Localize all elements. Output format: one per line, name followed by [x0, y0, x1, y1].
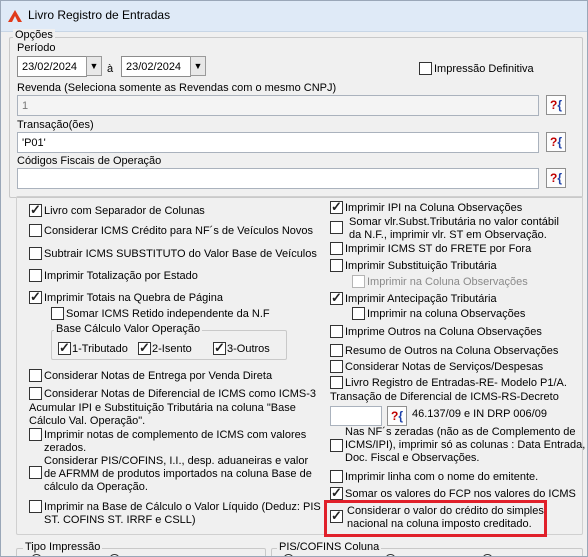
valor-liquido-text-2: ST. COFINS ST. IRRF e CSLL): [44, 514, 196, 526]
imprime-outros-label: Imprime Outros na Coluna Observações: [345, 326, 542, 338]
transacao-diferencial-label: Transação de Diferencial de ICMS-RS-Decr…: [330, 391, 559, 403]
pis-cofins-checkbox[interactable]: [29, 466, 42, 479]
totais-quebra-label: Imprimir Totais na Quebra de Página: [44, 292, 223, 304]
isento-label: 2-Isento: [152, 343, 192, 355]
cfop-input[interactable]: [17, 168, 539, 189]
antecipacao-obs-label: Imprimir na coluna Observações: [367, 308, 526, 320]
livro-modelo-p1a-checkbox[interactable]: [330, 376, 343, 389]
periodo-label: Período: [17, 42, 56, 54]
subtrair-icms-label: Subtrair ICMS SUBSTITUTO do Valor Base d…: [44, 248, 317, 260]
tipo-impressao-title: Tipo Impressão: [23, 541, 103, 553]
acumular-ipi-text-1: Acumular IPI e Substituição Tributária n…: [29, 402, 296, 414]
complemento-icms-checkbox[interactable]: [29, 428, 42, 441]
transacao-lookup-button[interactable]: ?{: [546, 132, 566, 152]
acumular-ipi-text-2: Cálculo Val. Operação".: [29, 415, 146, 427]
livro-separador-label: Livro com Separador de Colunas: [44, 205, 205, 217]
date-separator: à: [107, 63, 114, 75]
pis-cofins-coluna-title: PIS/COFINS Coluna: [277, 541, 382, 553]
imprime-outros-checkbox[interactable]: [330, 325, 343, 338]
date-from-dropdown[interactable]: ▼: [86, 56, 102, 76]
decreto-text: 46.137/09 e IN DRP 006/09: [412, 408, 547, 420]
nf-zeradas-text-2: ICMS/IPI), imprimir só as colunas : Data…: [345, 439, 586, 451]
somar-icms-retido-checkbox[interactable]: [51, 307, 64, 320]
base-calculo-title: Base Cálculo Valor Operação: [54, 323, 203, 335]
icms-st-frete-label: Imprimir ICMS ST do FRETE por Fora: [345, 243, 532, 255]
entrega-venda-direta-label: Considerar Notas de Entrega por Venda Di…: [44, 370, 273, 382]
date-to-dropdown[interactable]: ▼: [190, 56, 206, 76]
app-logo-icon: [8, 10, 22, 22]
diferencial-icms3-label: Considerar Notas de Diferencial de ICMS …: [44, 388, 317, 400]
totalizacao-estado-checkbox[interactable]: [29, 269, 42, 282]
window: Livro Registro de Entradas Opções Períod…: [0, 0, 588, 557]
revenda-label: Revenda (Seleciona somente as Revendas c…: [17, 82, 337, 94]
credito-simples-label: Considerar o valor do crédito do simples: [347, 505, 544, 517]
somar-subst-text-2: da N.F., imprimir vlr. ST em Observação.: [349, 229, 547, 241]
nf-zeradas-text-3: Doc. Fiscal e Observações.: [345, 452, 480, 464]
antecipacao-obs-checkbox[interactable]: [352, 307, 365, 320]
credito-simples-checkbox[interactable]: [330, 508, 343, 524]
transacao-input[interactable]: 'P01': [17, 132, 539, 153]
transacao-label: Transação(ões): [17, 119, 94, 131]
impressao-definitiva-checkbox[interactable]: [419, 62, 432, 75]
antecipacao-checkbox[interactable]: [330, 290, 343, 306]
cfop-lookup-button[interactable]: ?{: [546, 168, 566, 188]
nome-emitente-label: Imprimir linha com o nome do emitente.: [345, 471, 539, 483]
subst-tributaria-checkbox[interactable]: [330, 259, 343, 272]
pis-cofins-text-2: de AFRMM de produtos importados na colun…: [44, 468, 312, 480]
credito-simples-text-2: nacional na coluna imposto creditado.: [347, 518, 532, 530]
complemento-icms-text-2: zerados.: [44, 442, 87, 454]
ipi-observacoes-checkbox[interactable]: [330, 199, 343, 215]
transacao-diferencial-input[interactable]: [330, 406, 382, 426]
somar-icms-retido-label: Somar ICMS Retido independente da N.F: [66, 308, 270, 320]
icms-credito-label: Considerar ICMS Crédito para NF´s de Veí…: [44, 225, 313, 237]
outros-label: 3-Outros: [227, 343, 270, 355]
title-bar: Livro Registro de Entradas: [1, 1, 587, 32]
date-to-field[interactable]: 23/02/2024: [121, 56, 191, 77]
livro-modelo-p1a-label: Livro Registro de Entradas-RE- Modelo P1…: [345, 377, 567, 389]
tributado-checkbox[interactable]: [58, 340, 71, 356]
icms-credito-checkbox[interactable]: [29, 224, 42, 237]
subtrair-icms-checkbox[interactable]: [29, 247, 42, 260]
ipi-observacoes-label: Imprimir IPI na Coluna Observações: [345, 202, 523, 214]
totalizacao-estado-label: Imprimir Totalização por Estado: [44, 270, 198, 282]
subst-tributaria-label: Imprimir Substituição Tributária: [345, 260, 497, 272]
subst-coluna-obs-checkbox[interactable]: [352, 275, 365, 288]
notas-servicos-checkbox[interactable]: [330, 360, 343, 373]
entrega-venda-direta-checkbox[interactable]: [29, 369, 42, 382]
nome-emitente-checkbox[interactable]: [330, 470, 343, 483]
window-title: Livro Registro de Entradas: [28, 8, 171, 22]
resumo-outros-checkbox[interactable]: [330, 344, 343, 357]
pis-cofins-text-3: cálculo da Operação.: [44, 481, 148, 493]
notas-servicos-label: Considerar Notas de Serviços/Despesas: [345, 361, 544, 373]
diferencial-icms3-checkbox[interactable]: [29, 387, 42, 400]
impressao-definitiva-label: Impressão Definitiva: [434, 63, 534, 75]
isento-checkbox[interactable]: [138, 340, 151, 356]
resumo-outros-label: Resumo de Outros na Coluna Observações: [345, 345, 559, 357]
chevron-down-icon: ▼: [193, 61, 203, 71]
livro-separador-checkbox[interactable]: [29, 202, 42, 218]
opcoes-title: Opções: [13, 29, 55, 41]
cfop-label: Códigos Fiscais de Operação: [17, 155, 162, 167]
icms-st-frete-checkbox[interactable]: [330, 242, 343, 255]
totais-quebra-checkbox[interactable]: [29, 289, 42, 305]
valor-liquido-checkbox[interactable]: [29, 500, 42, 513]
tributado-label: 1-Tributado: [72, 343, 128, 355]
subst-coluna-obs-label: Imprimir na Coluna Observações: [367, 276, 528, 288]
valor-liquido-label: Imprimir na Base de Cálculo o Valor Líqu…: [44, 501, 321, 513]
antecipacao-label: Imprimir Antecipação Tributária: [345, 293, 497, 305]
pis-cofins-label: Considerar PIS/COFINS, I.I., desp. aduan…: [44, 455, 309, 467]
nf-zeradas-checkbox[interactable]: [330, 439, 343, 452]
revenda-lookup-button[interactable]: ?{: [546, 95, 566, 115]
chevron-down-icon: ▼: [89, 61, 99, 71]
revenda-input[interactable]: 1: [17, 95, 539, 116]
nf-zeradas-label: Nas NF´s zeradas (não as de Complemento …: [345, 426, 576, 438]
somar-fcp-checkbox[interactable]: [330, 485, 343, 501]
somar-subst-checkbox[interactable]: [330, 221, 343, 234]
diferencial-lookup-button[interactable]: ?{: [387, 406, 407, 426]
outros-checkbox[interactable]: [213, 340, 226, 356]
complemento-icms-label: Imprimir notas de complemento de ICMS co…: [44, 429, 307, 441]
date-from-field[interactable]: 23/02/2024: [17, 56, 87, 77]
somar-subst-label: Somar vlr.Subst.Tributária no valor cont…: [349, 216, 559, 228]
